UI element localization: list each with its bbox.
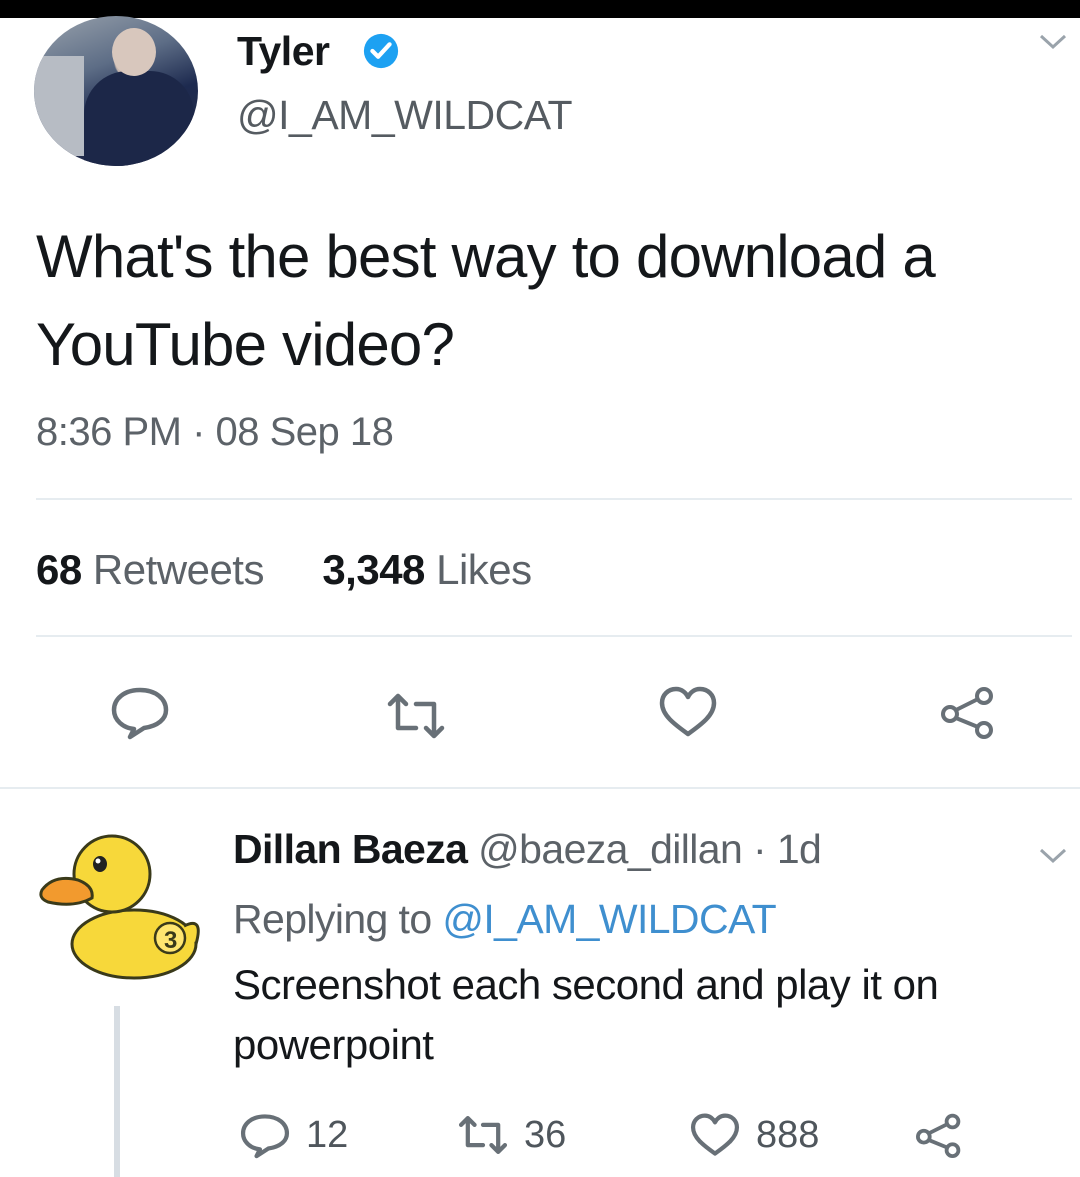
author-handle[interactable]: @I_AM_WILDCAT (237, 92, 573, 139)
share-icon (941, 687, 993, 739)
reply-count: 12 (306, 1113, 349, 1156)
reply-reply-button[interactable]: 12 (238, 1110, 348, 1160)
divider (36, 498, 1072, 500)
like-count: 888 (756, 1113, 820, 1156)
replying-to-mention[interactable]: @I_AM_WILDCAT (442, 896, 776, 942)
thread-line (114, 1006, 120, 1177)
replying-prefix: Replying to (233, 896, 432, 942)
like-icon (690, 1113, 740, 1156)
reply-icon (111, 687, 169, 740)
tweet-timestamp[interactable]: 8:36 PM · 08 Sep 18 (36, 410, 394, 455)
verified-badge-icon (363, 33, 399, 69)
chevron-down-icon[interactable] (1038, 846, 1068, 866)
like-icon (659, 686, 717, 737)
reply-text: Screenshot each second and play it on po… (233, 961, 939, 1068)
tweet-text: What's the best way to download a YouTub… (36, 223, 936, 378)
retweet-icon (458, 1116, 508, 1154)
chevron-down-icon[interactable] (1038, 32, 1068, 52)
reply-author-avatar-duck[interactable]: 3 (34, 826, 204, 986)
author-avatar[interactable] (34, 16, 198, 166)
replying-to: Replying to @I_AM_WILDCAT (233, 896, 777, 943)
reply-author-handle[interactable]: @baeza_dillan · 1d (478, 826, 822, 872)
reply-author-name[interactable]: Dillan Baeza (233, 826, 468, 872)
retweet-count: 36 (524, 1113, 567, 1156)
reply-header: Dillan Baeza @baeza_dillan · 1d (233, 826, 822, 873)
likes-count[interactable]: 3,348 (322, 546, 425, 593)
tweet-stats: 68 Retweets 3,348 Likes (36, 546, 532, 594)
like-button[interactable] (656, 684, 720, 740)
share-icon (916, 1113, 961, 1158)
retweet-icon (387, 693, 445, 739)
top-bar (0, 0, 1080, 18)
retweets-label[interactable]: Retweets (93, 546, 265, 593)
reply-icon (240, 1114, 290, 1159)
likes-label[interactable]: Likes (436, 546, 532, 593)
reply-button[interactable] (108, 684, 172, 740)
retweet-button[interactable] (384, 688, 448, 744)
reply-retweet-button[interactable]: 36 (456, 1110, 566, 1160)
divider (36, 635, 1072, 637)
reply-share-button[interactable] (912, 1110, 966, 1160)
author-name[interactable]: Tyler (237, 28, 330, 75)
svg-text:3: 3 (164, 927, 177, 954)
reply-like-button[interactable]: 888 (688, 1110, 819, 1160)
share-button[interactable] (936, 684, 1000, 740)
retweets-count[interactable]: 68 (36, 546, 82, 593)
divider (0, 787, 1080, 789)
